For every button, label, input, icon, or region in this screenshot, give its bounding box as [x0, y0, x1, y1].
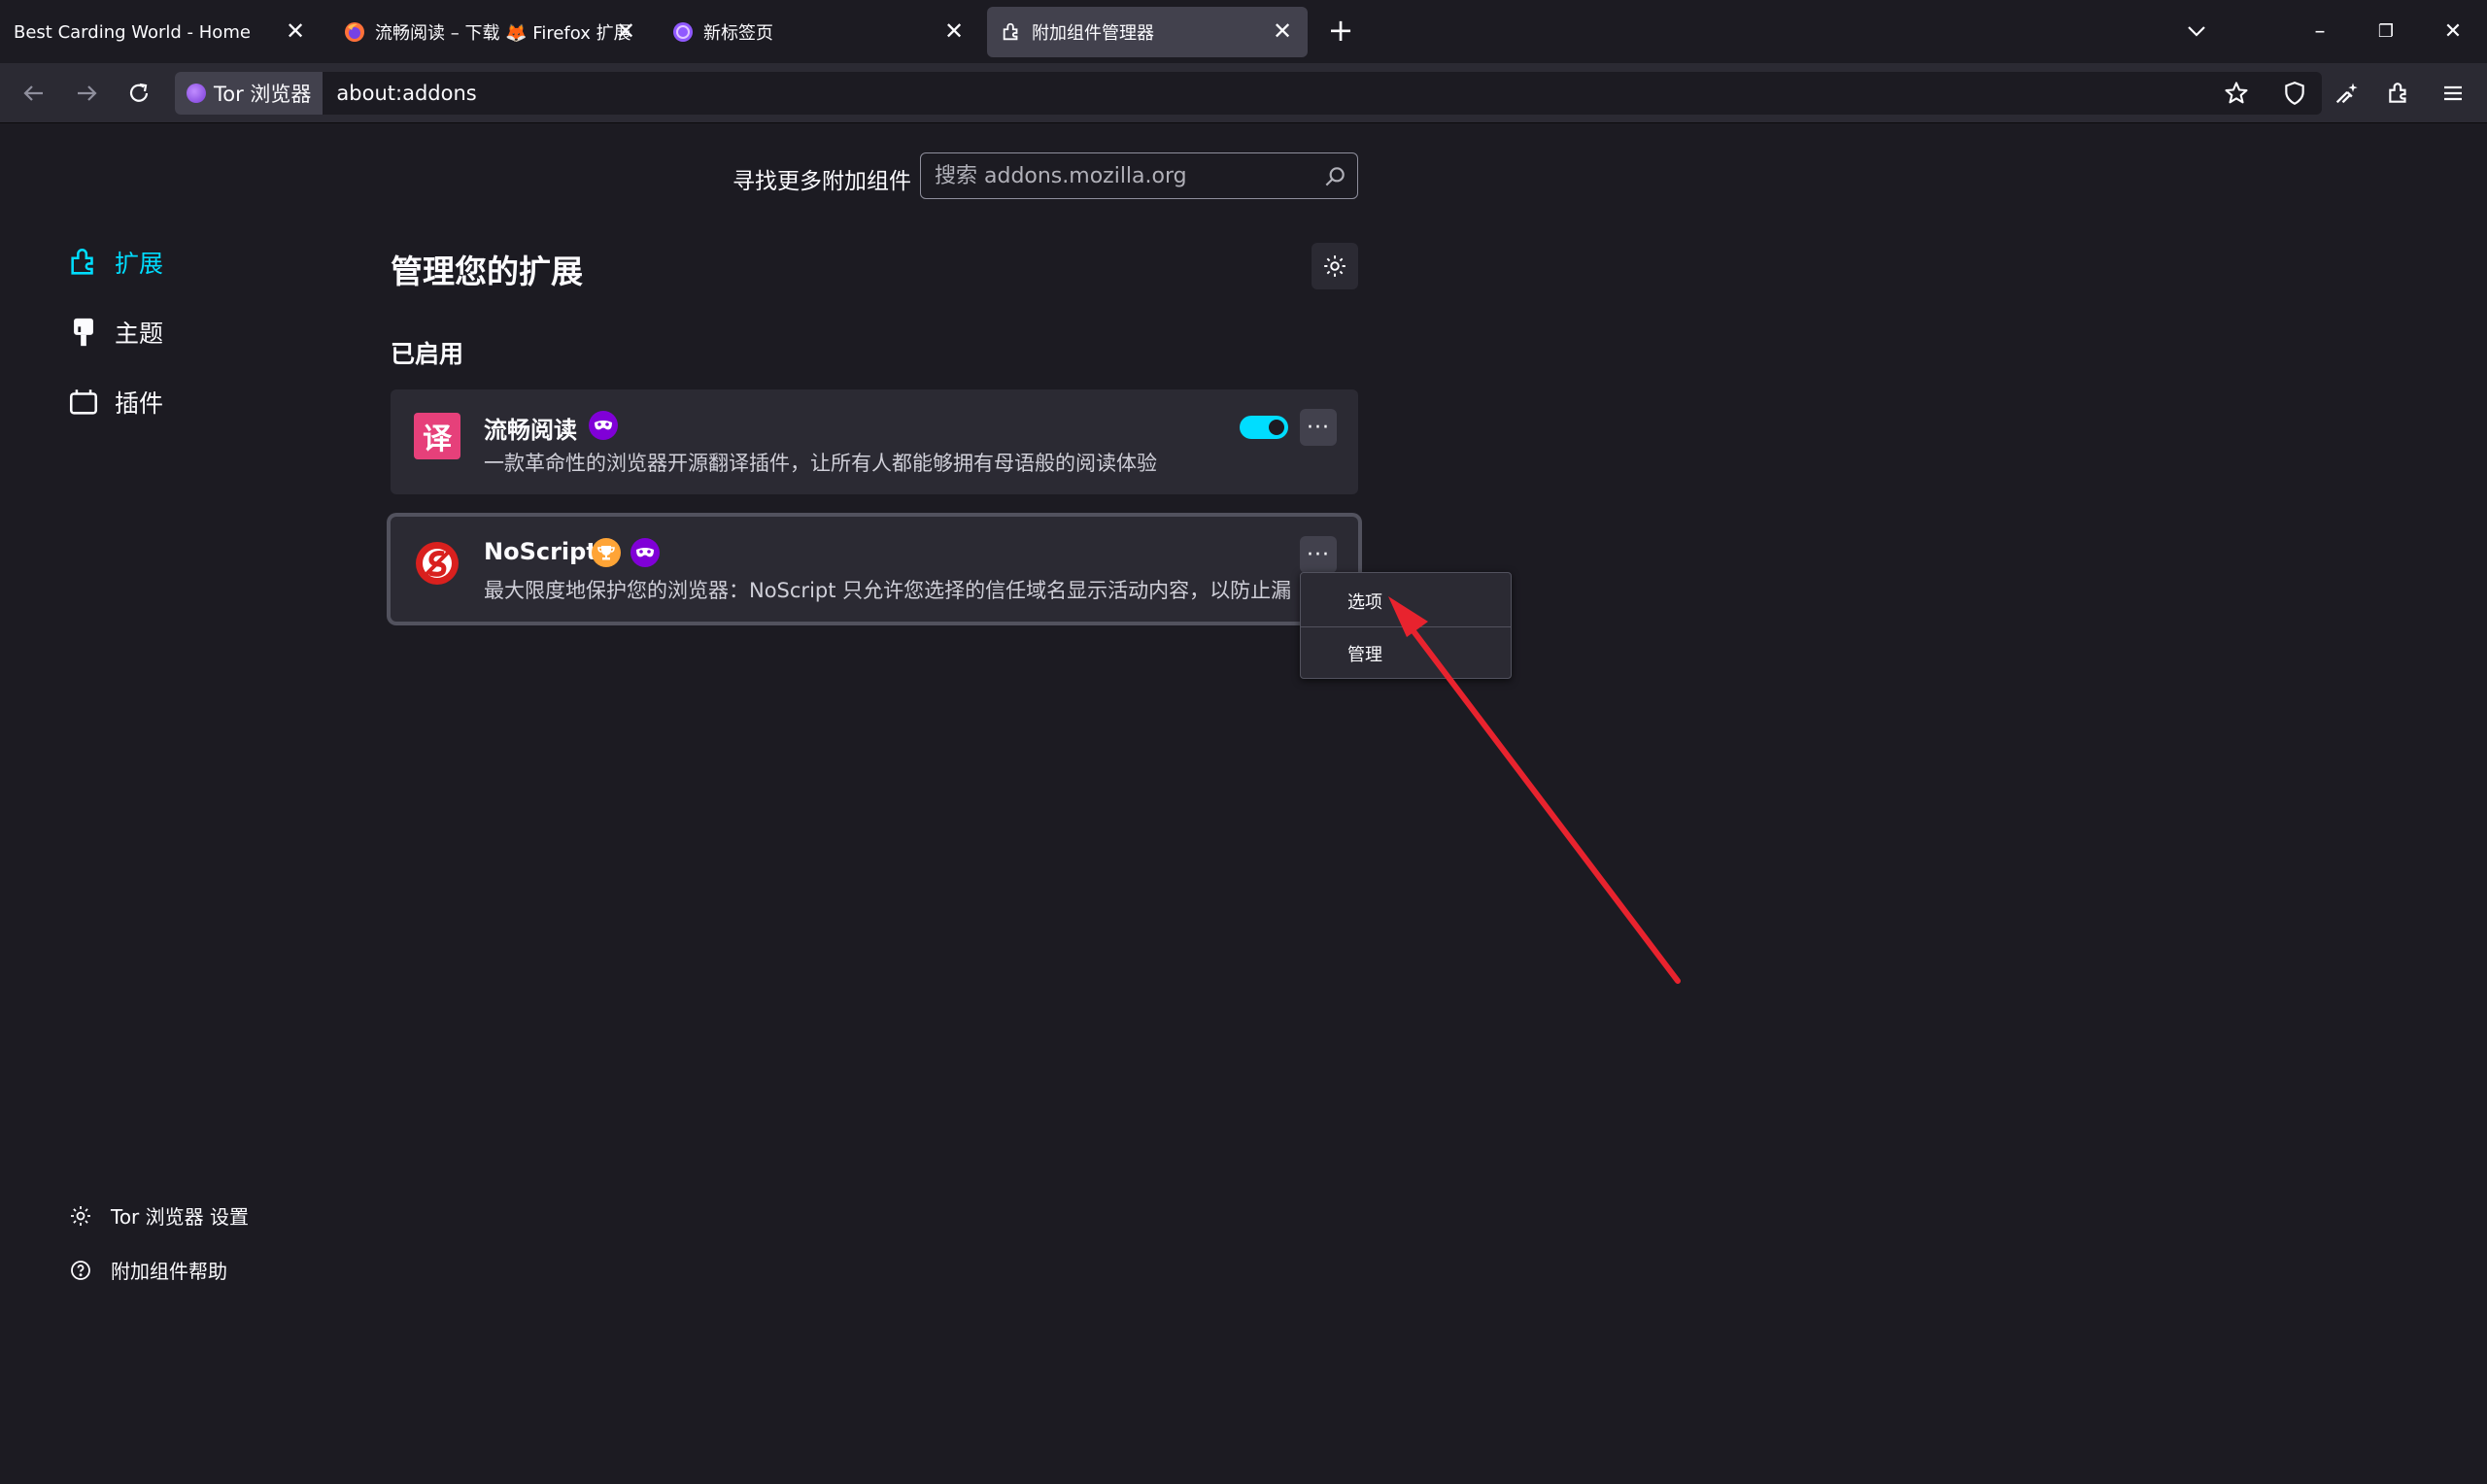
puzzle-icon [66, 245, 101, 280]
recommended-badge [592, 538, 621, 567]
menu-item-manage[interactable]: 管理 [1347, 641, 1382, 666]
shield-icon [2285, 82, 2304, 106]
tab-close-icon[interactable]: ✕ [942, 19, 966, 43]
shield-button[interactable] [2278, 77, 2311, 110]
tor-onion-icon [187, 84, 206, 103]
back-button[interactable] [17, 77, 51, 110]
mask-icon [595, 421, 612, 430]
tab-close-icon[interactable]: ✕ [614, 19, 637, 43]
addon-enable-toggle[interactable] [1240, 416, 1288, 439]
section-heading-enabled: 已启用 [391, 340, 464, 368]
puzzle-icon [2389, 83, 2406, 103]
extensions-button[interactable] [2382, 77, 2415, 110]
noscript-addon-icon [414, 540, 460, 587]
reload-icon [129, 83, 149, 102]
addons-search-input[interactable] [921, 153, 1357, 198]
identity-label: Tor 浏览器 [214, 83, 312, 106]
tab-fluent-read[interactable]: 流畅阅读 – 下载 🦊 Firefox 扩展 ✕ [330, 7, 651, 57]
settings-link-label: Tor 浏览器 设置 [111, 1205, 249, 1229]
menu-separator [1301, 626, 1511, 627]
star-icon [2225, 82, 2248, 104]
addon-description: 一款革命性的浏览器开源翻译插件，让所有人都能够拥有母语般的阅读体验 [484, 452, 1157, 475]
sidebar-item-label: 插件 [115, 389, 164, 418]
addon-name[interactable]: 流畅阅读 [484, 411, 577, 445]
hamburger-menu-icon [2444, 85, 2462, 101]
addons-page: 寻找更多附加组件 扩展 主题 插件 Tor 浏览器 设置 附加组件帮助 [0, 123, 2487, 1484]
page-title: 管理您的扩展 [391, 253, 583, 290]
new-tab-button[interactable]: + [1325, 15, 1356, 47]
tab-strip: Best Carding World - Home ✕ 流畅阅读 – 下载 🦊 … [0, 0, 2487, 63]
gear-icon [1324, 255, 1346, 277]
find-more-label: 寻找更多附加组件 [732, 169, 911, 194]
addon-card-fluent-read[interactable]: 译 流畅阅读 一款革命性的浏览器开源翻译插件，让所有人都能够拥有母语般的阅读体验… [391, 389, 1358, 494]
plugin-icon [66, 385, 101, 420]
url-bar[interactable]: Tor 浏览器 about:addons [175, 72, 2322, 115]
search-icon[interactable] [1322, 164, 1347, 189]
restore-button[interactable]: ❐ [2371, 17, 2401, 47]
sidebar-item-themes[interactable]: 主题 [66, 311, 163, 354]
addon-card-noscript[interactable]: NoScript 最大限度地保护您的浏览器：NoScript 只允许您选择的信任… [391, 517, 1358, 622]
gear-icon [68, 1203, 93, 1229]
sidebar-item-label: 主题 [115, 320, 164, 348]
tab-close-icon[interactable]: ✕ [1271, 19, 1294, 43]
bookmark-star-button[interactable] [2220, 77, 2253, 110]
translate-addon-icon: 译 [414, 413, 460, 459]
puzzle-icon [1001, 21, 1022, 43]
broom-sparkle-icon [2335, 83, 2358, 104]
list-all-tabs-button[interactable] [2183, 17, 2210, 45]
addon-icon-glyph: 译 [423, 422, 452, 456]
tab-addons-manager[interactable]: 附加组件管理器 ✕ [987, 7, 1308, 57]
page-options-button[interactable] [1312, 243, 1358, 289]
tab-new-tab[interactable]: 新标签页 ✕ [659, 7, 979, 57]
window-close-button[interactable]: ✕ [2438, 17, 2468, 47]
new-identity-button[interactable] [2330, 77, 2363, 110]
tab-label: 附加组件管理器 [1032, 23, 1154, 44]
addons-search-box[interactable] [920, 152, 1358, 199]
minimize-button[interactable]: – [2305, 17, 2334, 47]
addon-more-options-button[interactable]: ··· [1300, 409, 1337, 446]
trophy-icon [597, 546, 615, 560]
private-browsing-badge [630, 538, 660, 567]
addon-name[interactable]: NoScript [484, 538, 597, 565]
back-arrow-icon [23, 85, 43, 101]
tab-close-icon[interactable]: ✕ [284, 19, 307, 43]
private-browsing-badge [589, 411, 618, 440]
browser-settings-link[interactable]: Tor 浏览器 设置 [68, 1201, 249, 1230]
mask-icon [636, 548, 654, 557]
addon-badges [589, 411, 618, 440]
tab-label: 流畅阅读 – 下载 🦊 Firefox 扩展 [375, 23, 631, 44]
app-menu-button[interactable] [2436, 77, 2470, 110]
sidebar-item-plugins[interactable]: 插件 [66, 381, 163, 423]
reload-button[interactable] [122, 77, 155, 110]
identity-box[interactable]: Tor 浏览器 [175, 72, 324, 115]
sidebar-item-extensions[interactable]: 扩展 [66, 241, 163, 284]
addon-more-options-button[interactable]: ··· [1300, 536, 1337, 573]
addon-description: 最大限度地保护您的浏览器：NoScript 只允许您选择的信任域名显示活动内容，… [484, 579, 1290, 602]
tor-onion-icon [672, 21, 694, 43]
addon-badges [592, 538, 660, 567]
sidebar-item-label: 扩展 [115, 250, 164, 278]
firefox-icon [344, 21, 365, 43]
help-icon [68, 1258, 93, 1283]
brush-icon [66, 315, 101, 350]
forward-arrow-icon [78, 85, 97, 101]
addons-help-link[interactable]: 附加组件帮助 [68, 1256, 227, 1284]
menu-item-options[interactable]: 选项 [1347, 589, 1382, 614]
tab-best-carding[interactable]: Best Carding World - Home ✕ [0, 7, 321, 57]
url-text[interactable]: about:addons [336, 82, 476, 105]
addon-options-popup: 选项 管理 [1300, 572, 1512, 679]
tab-label: 新标签页 [703, 23, 773, 44]
forward-button[interactable] [70, 77, 103, 110]
help-link-label: 附加组件帮助 [111, 1260, 227, 1283]
nav-bar: Tor 浏览器 about:addons [0, 63, 2487, 123]
tab-label: Best Carding World - Home [14, 21, 251, 43]
